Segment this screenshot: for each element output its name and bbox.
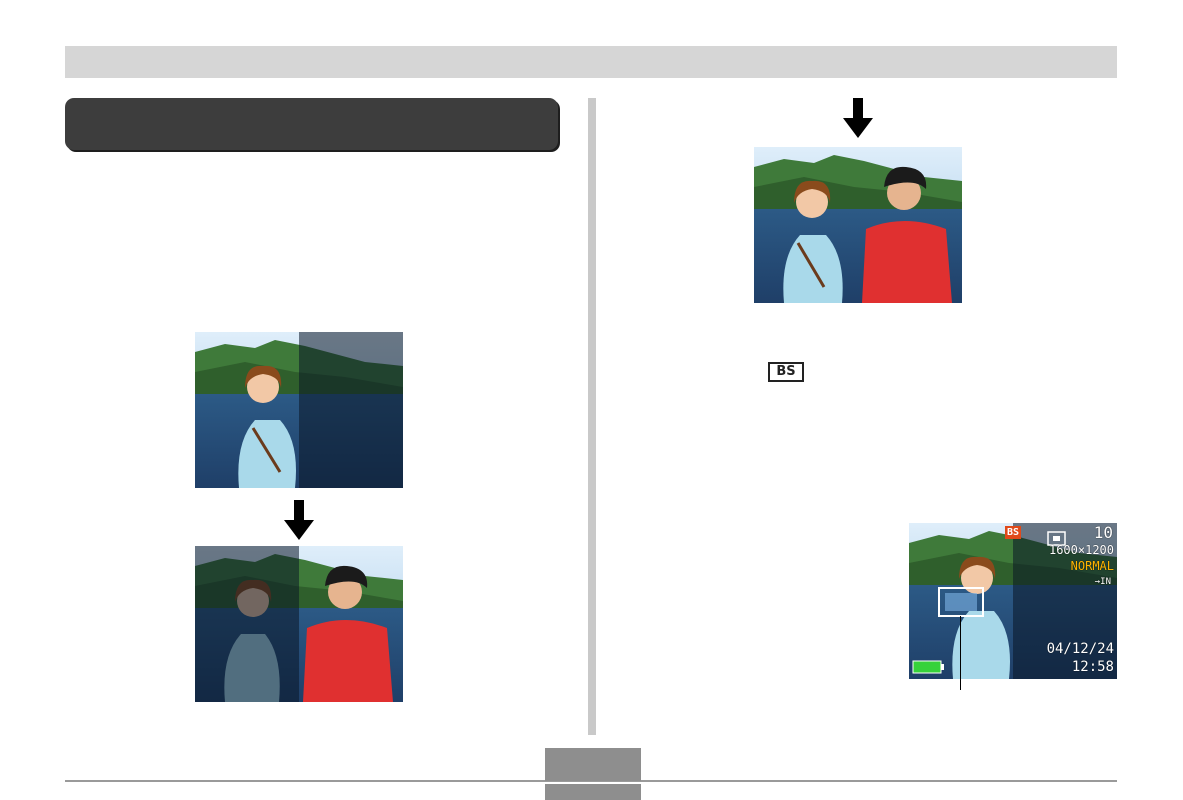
photo-couple-icon: [754, 147, 962, 303]
lcd-date: 04/12/24: [1046, 641, 1114, 657]
lcd-mode-badge: BS: [1005, 526, 1022, 539]
down-arrow-icon: [284, 500, 314, 540]
column-divider: [588, 98, 596, 735]
header-band: [65, 46, 1117, 78]
page-number-tab: [545, 748, 641, 781]
lcd-shots-remaining: 10: [1093, 523, 1113, 542]
photo-woman-half: [195, 332, 403, 488]
page-number-tab-lower: [545, 784, 641, 800]
down-arrow-icon: [843, 98, 873, 138]
photo-man-half: [195, 546, 403, 702]
photo-man-half-icon: [195, 546, 403, 702]
callout-line: [960, 616, 961, 690]
photo-couple: [754, 147, 962, 303]
camera-lcd-screen: BS 10 1600×1200 NORMAL →IN 04/12/24 12:5…: [909, 523, 1117, 679]
section-heading-box: [65, 98, 558, 150]
bs-mode-icon: BS: [768, 362, 804, 382]
lcd-quality: NORMAL: [1070, 559, 1114, 573]
lcd-resolution: 1600×1200: [1048, 543, 1114, 557]
photo-woman-half-icon: [195, 332, 403, 488]
lcd-time: 12:58: [1071, 659, 1114, 675]
lcd-memory-icon: →IN: [1094, 577, 1111, 587]
